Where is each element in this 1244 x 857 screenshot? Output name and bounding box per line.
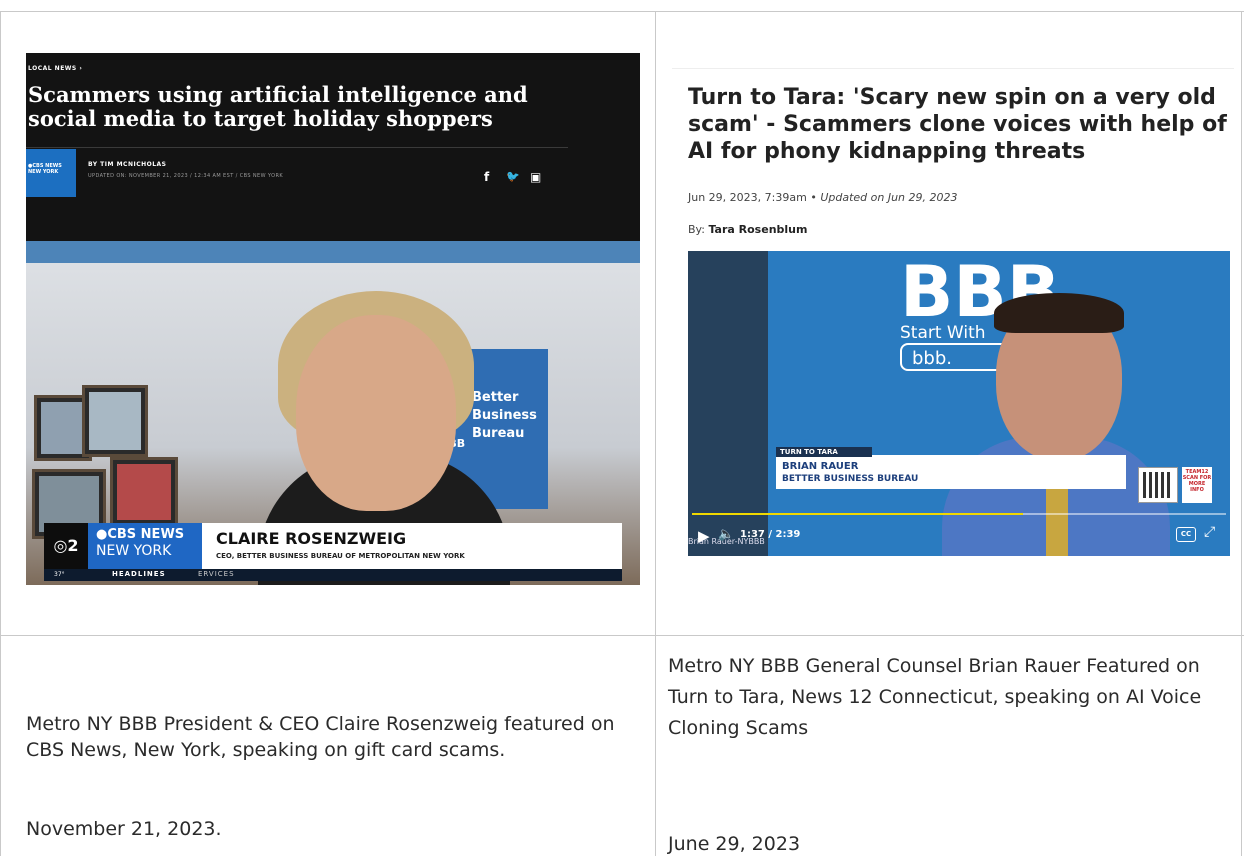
- right-date: June 29, 2023: [668, 833, 801, 855]
- table-border-left: [0, 11, 1, 856]
- qr-label: TEAM12 SCAN FOR MORE INFO: [1182, 467, 1212, 503]
- cbs-brand-box: ●CBS NEWS NEW YORK: [88, 523, 202, 569]
- ticker-headlines: HEADLINES: [112, 570, 166, 578]
- brand-line-1: ●CBS NEWS: [96, 527, 185, 542]
- section-kicker: LOCAL NEWS ›: [28, 65, 83, 72]
- wall-url: bbb.: [900, 343, 1010, 371]
- date-separator: •: [810, 191, 821, 204]
- cbs-logo: ●CBS NEWS NEW YORK: [26, 149, 76, 197]
- lower-third-name: CLAIRE ROSENZWEIG: [216, 529, 407, 548]
- player-controls: Brian Rauer-NYBBB ▶ 🔈 1:37 / 2:39 CC ⤢: [688, 519, 1230, 556]
- person-face: [296, 315, 456, 511]
- byline: BY TIM MCNICHOLAS: [88, 161, 167, 168]
- updated-line: UPDATED ON: NOVEMBER 21, 2023 / 12:34 AM…: [88, 173, 284, 179]
- updated-line: Updated on Jun 29, 2023: [820, 191, 958, 204]
- date-line: Jun 29, 2023, 7:39am: [688, 191, 807, 204]
- facebook-icon[interactable]: f: [484, 170, 489, 184]
- channel-logo: ◎2: [44, 523, 88, 569]
- photo-frame: [110, 457, 178, 527]
- wall-tagline: Start With: [900, 323, 986, 343]
- divider: [26, 147, 568, 148]
- qr-code-icon: [1138, 467, 1178, 503]
- table-border-middle: [0, 635, 1244, 636]
- ticker-temperature: 37°: [54, 571, 65, 578]
- article-headline: Turn to Tara: 'Scary new spin on a very …: [688, 85, 1227, 164]
- cbs-news-screenshot[interactable]: LOCAL NEWS › Scammers using artificial i…: [26, 53, 640, 585]
- byline: By: Tara Rosenblum: [688, 223, 807, 236]
- table-border-top: [0, 11, 1244, 12]
- right-caption: Metro NY BBB General Counsel Brian Rauer…: [668, 655, 1202, 739]
- time-display: 1:37 / 2:39: [740, 529, 801, 540]
- bbb-sign-text: Better Business Bureau: [472, 390, 537, 441]
- twitter-icon[interactable]: 🐦: [506, 170, 520, 183]
- table-border-center: [655, 11, 656, 856]
- play-icon[interactable]: ▶: [698, 527, 710, 545]
- article-headline: Scammers using artificial intelligence a…: [28, 82, 528, 131]
- segment-tag: TURN TO TARA: [776, 447, 872, 457]
- by-label: By:: [688, 223, 705, 236]
- photo-frame: [82, 385, 148, 457]
- lower-third-name: BRIAN RAUER: [782, 461, 859, 472]
- person-hair: [994, 293, 1124, 333]
- news12-video-player[interactable]: BBB Start With bbb. TURN TO TARA BRIAN R…: [688, 251, 1230, 556]
- wall-stripe: [26, 241, 640, 263]
- author-name[interactable]: Tara Rosenblum: [708, 223, 807, 236]
- lower-third-title: CEO, BETTER BUSINESS BUREAU OF METROPOLI…: [216, 552, 465, 560]
- wall-dark-panel: [688, 251, 768, 556]
- media-table: LOCAL NEWS › Scammers using artificial i…: [0, 0, 1244, 856]
- left-caption: Metro NY BBB President & CEO Claire Rose…: [26, 713, 615, 761]
- left-date: November 21, 2023.: [26, 818, 222, 840]
- progress-track[interactable]: [692, 513, 1226, 515]
- volume-icon[interactable]: 🔈: [718, 527, 734, 542]
- lower-third-org: BETTER BUSINESS BUREAU: [782, 474, 919, 484]
- ticker-services: ERVICES: [198, 570, 235, 578]
- fullscreen-icon[interactable]: ⤢: [1204, 524, 1215, 540]
- closed-captions-button[interactable]: CC: [1176, 527, 1196, 542]
- publish-date: Jun 29, 2023, 7:39am • Updated on Jun 29…: [688, 191, 958, 204]
- table-border-right: [1241, 11, 1242, 856]
- article-top-rule: [672, 68, 1234, 69]
- brand-line-2: NEW YORK: [96, 543, 172, 559]
- flipboard-icon[interactable]: ▣: [530, 170, 541, 184]
